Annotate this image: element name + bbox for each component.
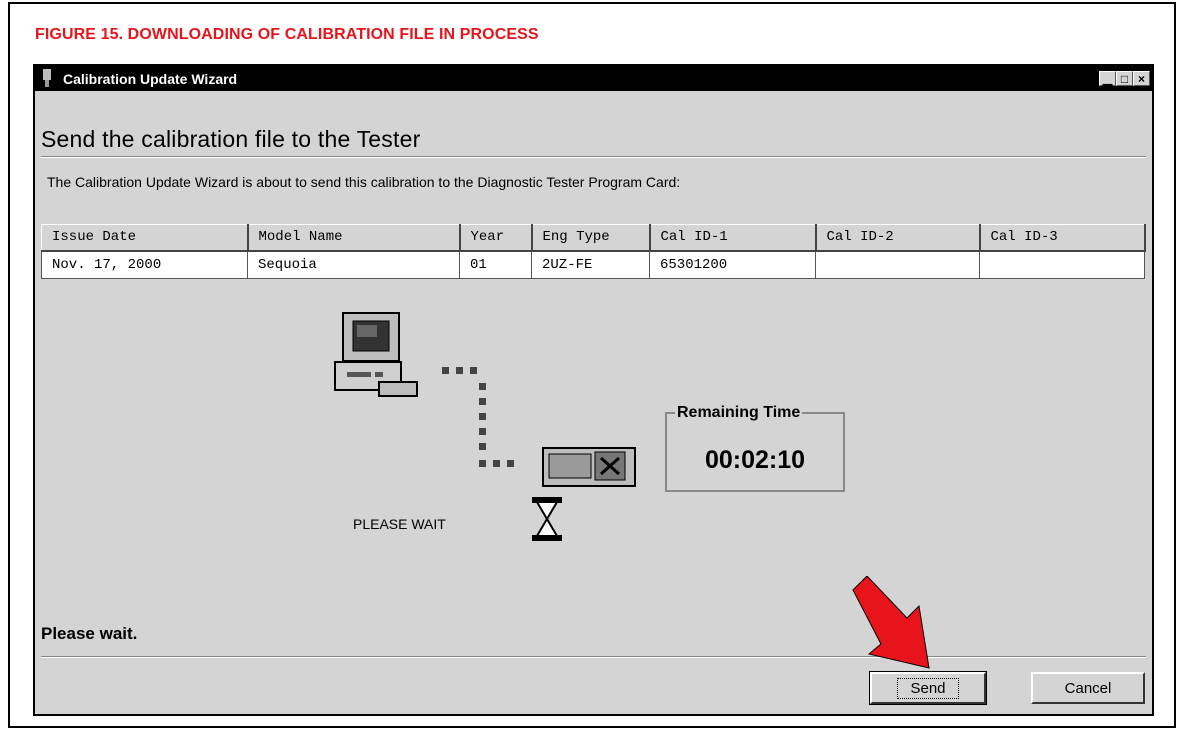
computer-icon [334, 312, 418, 397]
transfer-illustration [334, 312, 636, 541]
footer-divider [41, 656, 1146, 658]
remaining-time-label: Remaining Time [675, 404, 803, 422]
pointer-arrow-icon [852, 576, 930, 669]
figure-caption: FIGURE 15. DOWNLOADING OF CALIBRATION FI… [35, 26, 539, 43]
cancel-button[interactable]: Cancel [1031, 672, 1145, 704]
please-wait-label: PLEASE WAIT [353, 516, 446, 532]
connection-line [442, 367, 514, 467]
hourglass-icon [532, 497, 562, 541]
remaining-time-value: 00:02:10 [704, 446, 806, 474]
send-button-label: Send [897, 677, 959, 699]
status-text: Please wait. [41, 624, 138, 643]
wizard-window: Calibration Update Wizard ▁ □ × Send the… [33, 64, 1154, 716]
tester-icon [542, 447, 636, 487]
remaining-time-box: Remaining Time 00:02:10 [665, 404, 845, 492]
send-button[interactable]: Send [869, 671, 987, 705]
